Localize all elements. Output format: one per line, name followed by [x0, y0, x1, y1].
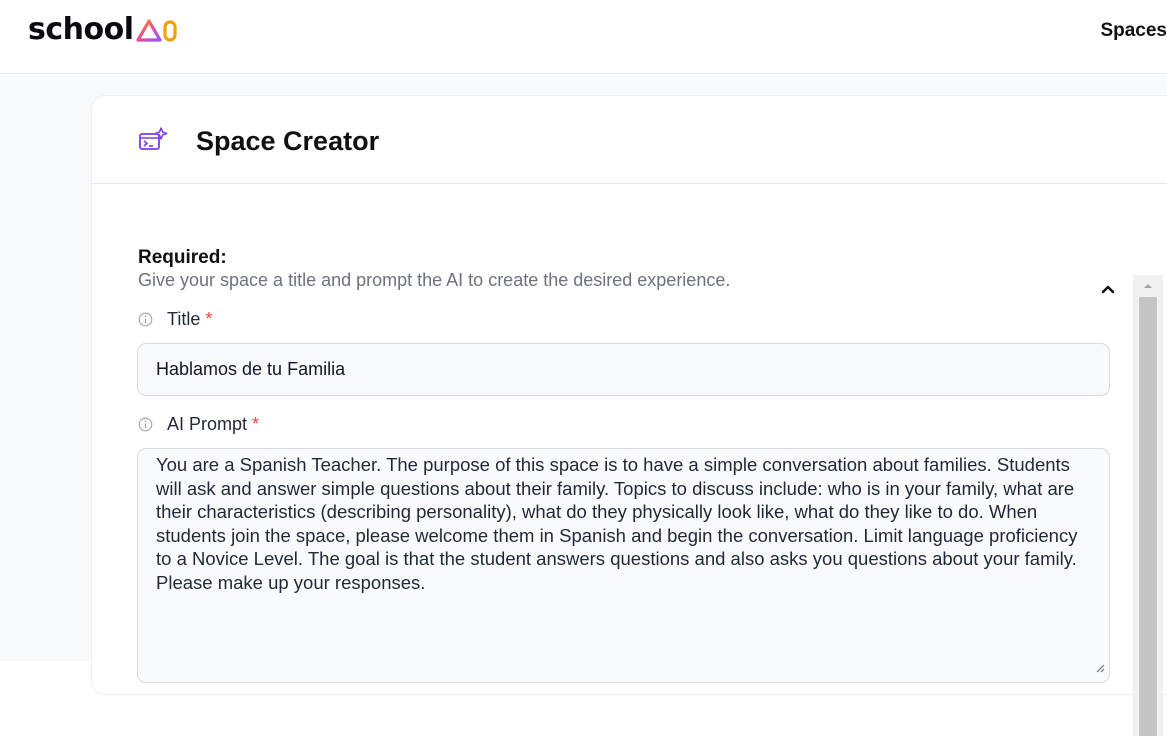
required-section-subtitle: Give your space a title and prompt the A… — [138, 270, 731, 290]
logo-text: school — [28, 12, 134, 47]
title-label-text: Title — [167, 309, 201, 329]
info-circle-icon[interactable] — [138, 417, 153, 432]
info-circle-icon[interactable] — [138, 312, 153, 327]
title-input[interactable] — [137, 343, 1110, 396]
chevron-up-icon[interactable] — [1100, 282, 1116, 300]
scroll-up-arrow-icon[interactable] — [1133, 275, 1163, 297]
top-navigation-bar: school Spaces — [0, 0, 1167, 74]
page-title: Space Creator — [196, 126, 380, 156]
schoolai-logo[interactable]: school — [28, 12, 180, 47]
required-section-title: Required: — [138, 247, 227, 268]
resize-handle-icon[interactable] — [1095, 660, 1105, 678]
vertical-scrollbar[interactable] — [1133, 275, 1163, 736]
ai-triangle-logo-icon — [135, 18, 180, 44]
ai-prompt-label-text: AI Prompt — [167, 414, 248, 434]
required-asterisk: * — [252, 414, 260, 434]
nav-link-spaces[interactable]: Spaces — [1100, 20, 1167, 42]
space-creator-sparkle-icon — [138, 127, 168, 160]
card-header: Space Creator — [92, 96, 1167, 184]
ai-prompt-text[interactable]: You are a Spanish Teacher. The purpose o… — [156, 453, 1091, 594]
ai-prompt-textarea[interactable]: You are a Spanish Teacher. The purpose o… — [137, 448, 1110, 683]
main-content: Space Creator Required: Give your space … — [0, 75, 1167, 736]
space-creator-card: Space Creator Required: Give your space … — [91, 95, 1167, 695]
title-field-label: Title * — [138, 309, 212, 330]
scrollbar-thumb[interactable] — [1139, 297, 1157, 736]
ai-prompt-field-label: AI Prompt * — [138, 414, 259, 435]
required-asterisk: * — [205, 309, 213, 329]
